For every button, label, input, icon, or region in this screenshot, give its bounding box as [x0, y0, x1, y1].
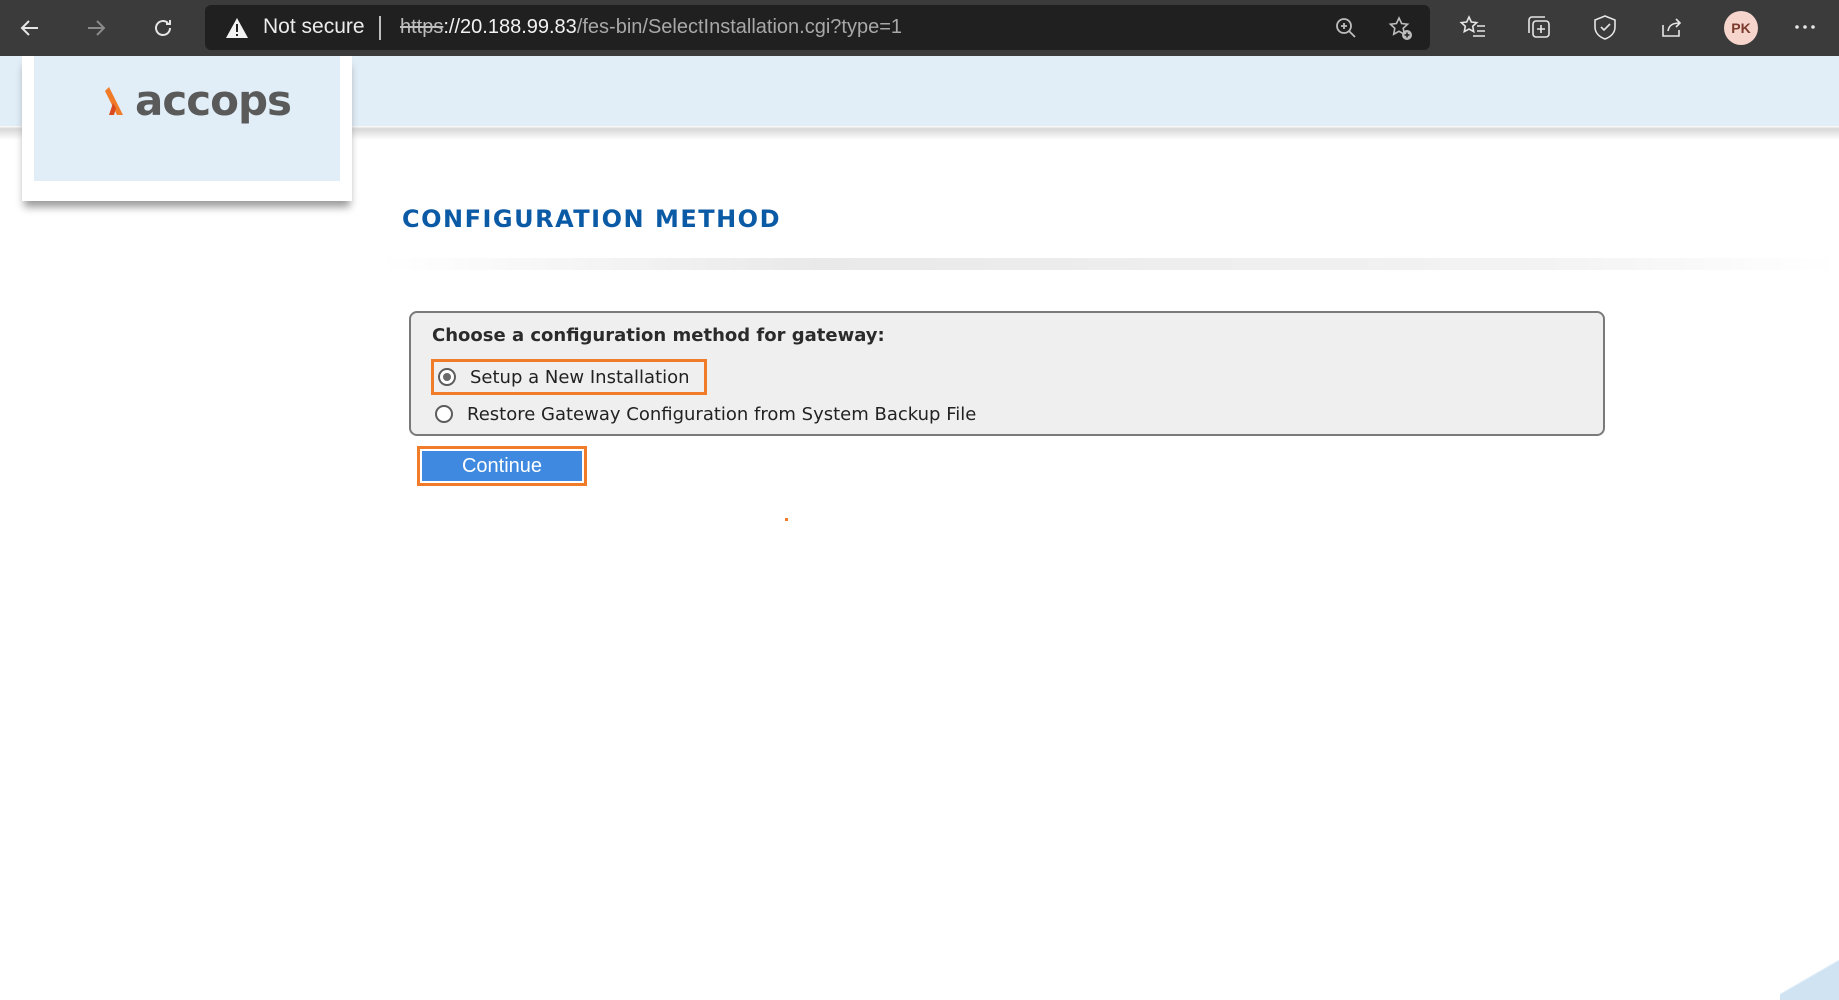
forward-icon [88, 20, 106, 36]
security-status[interactable]: Not secure [263, 15, 365, 39]
back-icon [20, 20, 38, 36]
option-restore-backup[interactable]: Restore Gateway Configuration from Syste… [435, 399, 976, 429]
url-path: /fes-bin/SelectInstallation.cgi?type=1 [576, 16, 903, 38]
favorites-icon[interactable] [1458, 12, 1488, 42]
orange-dot [785, 518, 788, 521]
refresh-icon [155, 20, 171, 36]
profile-avatar[interactable]: PK [1724, 11, 1758, 45]
add-favorite-icon[interactable] [1387, 15, 1413, 41]
refresh-button[interactable] [143, 8, 183, 48]
new-installation-radio[interactable] [438, 368, 456, 386]
corner-decoration [1780, 940, 1839, 1000]
back-button[interactable] [10, 8, 50, 48]
logo-text: accops [135, 75, 292, 125]
address-bar[interactable]: Not secure https://20.188.99.83/fes-bin/… [205, 5, 1430, 50]
page-title: CONFIGURATION METHOD [402, 205, 782, 233]
url-scheme: https [400, 16, 444, 38]
continue-highlight: Continue [417, 446, 587, 486]
title-divider [380, 258, 1839, 270]
share-icon[interactable] [1656, 12, 1686, 42]
collections-icon[interactable] [1524, 12, 1554, 42]
option-new-installation[interactable]: Setup a New Installation [431, 359, 707, 395]
url-host: ://20.188.99.83 [443, 16, 577, 38]
accops-logo: accops [105, 75, 292, 125]
browser-toolbar: Not secure https://20.188.99.83/fes-bin/… [0, 0, 1839, 56]
configuration-method-box: Choose a configuration method for gatewa… [409, 311, 1605, 436]
more-icon[interactable] [1790, 12, 1820, 42]
browser-essentials-icon[interactable] [1590, 12, 1620, 42]
restore-backup-label: Restore Gateway Configuration from Syste… [467, 403, 977, 425]
continue-button[interactable]: Continue [422, 451, 582, 481]
address-separator [379, 16, 381, 40]
new-installation-label: Setup a New Installation [470, 366, 690, 388]
url-text[interactable]: https://20.188.99.83/fes-bin/SelectInsta… [400, 16, 902, 39]
forward-button[interactable] [76, 8, 116, 48]
configuration-prompt: Choose a configuration method for gatewa… [432, 325, 885, 346]
logo-mark-icon [105, 87, 123, 115]
warning-icon [226, 18, 248, 38]
restore-backup-radio[interactable] [435, 405, 453, 423]
zoom-icon[interactable] [1333, 15, 1359, 41]
